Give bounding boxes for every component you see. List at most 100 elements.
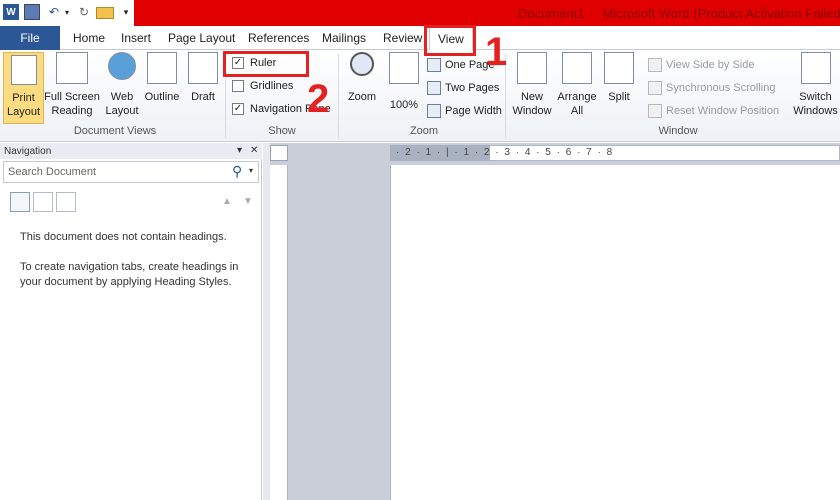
tab-file[interactable]: File xyxy=(0,26,60,50)
app-name: Microsoft Word (Product Activation Faile… xyxy=(602,6,840,21)
side-by-side-icon xyxy=(648,58,662,72)
print-layout-label-1: Print xyxy=(12,92,35,104)
search-icon[interactable]: ⚲ xyxy=(232,163,242,180)
tab-mailings[interactable]: Mailings xyxy=(322,26,366,50)
two-pages-icon xyxy=(427,81,441,95)
outline-label: Outline xyxy=(144,91,180,103)
search-placeholder: Search Document xyxy=(8,166,97,178)
print-layout-label-2: Layout xyxy=(6,106,41,118)
no-headings-message: This document does not contain headings. xyxy=(20,231,227,243)
view-tab-highlight xyxy=(424,25,476,56)
sync-scrolling-icon xyxy=(648,81,662,95)
new-window-icon xyxy=(517,52,547,84)
print-layout-button[interactable]: Print Layout xyxy=(3,52,44,124)
new-window-button[interactable]: New Window xyxy=(510,52,554,118)
reset-window-position-button[interactable]: Reset Window Position xyxy=(648,104,779,118)
tab-selector[interactable] xyxy=(270,145,288,161)
pane-options-icon[interactable]: ▾ xyxy=(237,145,242,156)
next-arrow-icon[interactable]: ▼ xyxy=(243,196,253,207)
zoom-100-button[interactable]: 100% xyxy=(387,52,421,112)
full-screen-label-2: Reading xyxy=(51,105,93,117)
undo-dropdown-icon[interactable]: ▾ xyxy=(63,4,71,20)
group-label-zoom: Zoom xyxy=(409,125,439,137)
page-width-button[interactable]: Page Width xyxy=(427,104,502,118)
ruler-highlight xyxy=(223,51,309,77)
new-window-label-1: New xyxy=(520,91,543,103)
two-pages-button[interactable]: Two Pages xyxy=(427,81,499,95)
open-folder-icon[interactable] xyxy=(96,7,114,19)
arrange-all-button[interactable]: Arrange All xyxy=(555,52,599,118)
arrange-all-label-1: Arrange xyxy=(557,91,597,103)
reset-window-position-label: Reset Window Position xyxy=(666,105,780,117)
window-title: Document1 Microsoft Word (Product Activat… xyxy=(518,6,840,21)
draft-button[interactable]: Draft xyxy=(187,52,219,104)
magnifier-icon xyxy=(350,52,374,76)
gridlines-checkbox[interactable]: Gridlines xyxy=(232,80,293,92)
tab-home[interactable]: Home xyxy=(73,26,105,50)
synchronous-scrolling-label: Synchronous Scrolling xyxy=(666,82,776,94)
step-2-marker: 2 xyxy=(307,77,330,121)
document-name: Document1 xyxy=(518,6,585,21)
view-side-by-side-button[interactable]: View Side by Side xyxy=(648,58,754,72)
previous-arrow-icon[interactable]: ▲ xyxy=(222,196,232,207)
synchronous-scrolling-button[interactable]: Synchronous Scrolling xyxy=(648,81,775,95)
save-icon[interactable] xyxy=(24,4,40,20)
browse-results-tab[interactable] xyxy=(56,192,76,212)
view-side-by-side-label: View Side by Side xyxy=(666,59,755,71)
customize-qat-icon[interactable]: ▾ xyxy=(121,4,131,20)
split-icon xyxy=(604,52,634,84)
print-layout-icon xyxy=(10,55,37,85)
switch-windows-icon xyxy=(800,52,831,84)
step-1-marker: 1 xyxy=(485,30,508,74)
group-divider xyxy=(338,54,339,138)
repeat-icon[interactable]: ↻ xyxy=(76,4,92,20)
zoom-button[interactable]: Zoom xyxy=(345,52,379,104)
close-icon[interactable]: ✕ xyxy=(250,145,258,156)
split-label: Split xyxy=(608,91,630,103)
pane-splitter[interactable] xyxy=(263,143,270,500)
gridlines-check-icon xyxy=(232,80,244,92)
tab-insert[interactable]: Insert xyxy=(121,26,151,50)
navigation-pane-title: Navigation xyxy=(0,143,262,159)
web-layout-icon xyxy=(108,52,136,80)
outline-button[interactable]: Outline xyxy=(143,52,181,104)
full-screen-label-1: Full Screen xyxy=(44,91,100,103)
gridlines-label: Gridlines xyxy=(250,80,294,92)
tab-references[interactable]: References xyxy=(248,26,309,50)
browse-headings-tab[interactable] xyxy=(10,192,30,212)
ruler-tick-labels: · 2 · 1 · | · 1 · 2 · 3 · 4 · 5 · 6 · 7 … xyxy=(396,147,614,158)
two-pages-label: Two Pages xyxy=(445,82,500,94)
outline-icon xyxy=(147,52,177,84)
switch-windows-button[interactable]: Switch Windows xyxy=(791,52,840,118)
tab-review[interactable]: Review xyxy=(383,26,422,50)
draft-icon xyxy=(188,52,218,84)
web-layout-button[interactable]: Web Layout xyxy=(104,52,140,118)
split-button[interactable]: Split xyxy=(603,52,635,104)
new-window-label-2: Window xyxy=(512,105,552,117)
create-headings-message: To create navigation tabs, create headin… xyxy=(20,261,239,288)
tab-page-layout[interactable]: Page Layout xyxy=(168,26,235,50)
group-label-window: Window xyxy=(658,125,698,137)
group-label-show: Show xyxy=(268,125,296,137)
arrange-all-icon xyxy=(562,52,592,84)
page-width-icon xyxy=(427,104,441,118)
vertical-ruler[interactable] xyxy=(270,165,288,500)
switch-windows-label-1: Switch xyxy=(799,91,832,103)
switch-windows-label-2: Windows xyxy=(793,105,838,117)
zoom-100-label: 100% xyxy=(389,99,419,111)
zoom-100-icon xyxy=(389,52,419,84)
group-label-document-views: Document Views xyxy=(73,125,157,137)
browse-pages-tab[interactable] xyxy=(33,192,53,212)
reset-position-icon xyxy=(648,104,662,118)
word-app-icon[interactable]: W xyxy=(3,4,19,20)
undo-icon[interactable]: ↶ xyxy=(46,4,62,20)
search-options-chevron-down-icon[interactable]: ▾ xyxy=(249,166,253,175)
web-layout-label-1: Web xyxy=(110,91,134,103)
arrange-all-label-2: All xyxy=(570,105,584,117)
web-layout-label-2: Layout xyxy=(105,105,139,117)
full-screen-reading-button[interactable]: Full Screen Reading xyxy=(44,52,100,118)
document-page[interactable] xyxy=(390,165,840,500)
page-width-label: Page Width xyxy=(445,105,502,117)
zoom-label: Zoom xyxy=(347,91,377,103)
search-document-field[interactable]: Search Document xyxy=(3,161,259,183)
